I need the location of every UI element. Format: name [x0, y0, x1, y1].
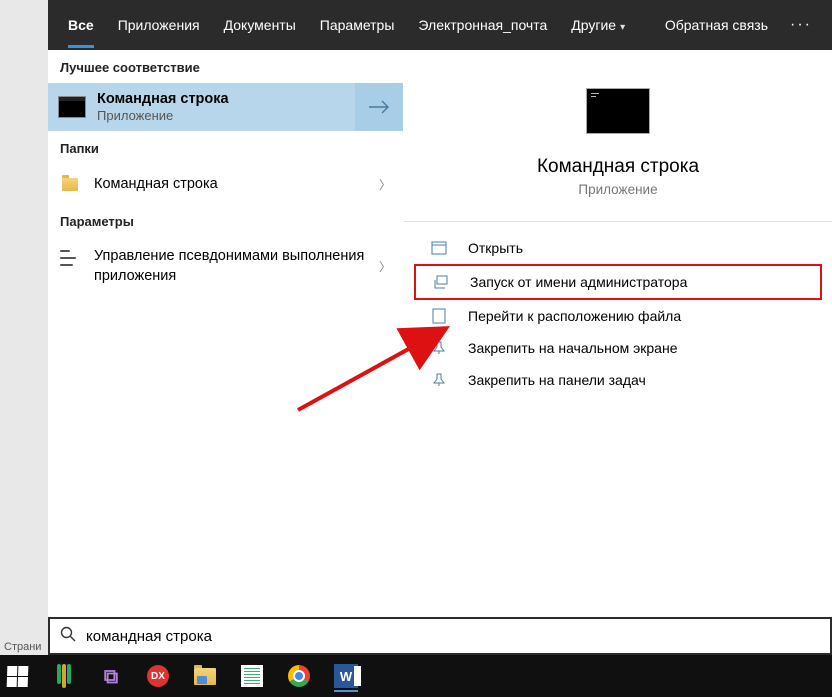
status-text: Страни	[0, 639, 45, 655]
search-icon	[50, 626, 86, 647]
section-folders: Папки	[48, 131, 403, 164]
pin-icon	[428, 340, 450, 356]
tab-documents[interactable]: Документы	[212, 3, 308, 47]
result-setting[interactable]: Управление псевдонимами выполнения прило…	[48, 237, 403, 296]
result-folder[interactable]: Командная строка 〉	[48, 164, 403, 204]
app-large-icon	[586, 88, 650, 134]
preview-subtitle: Приложение	[578, 182, 657, 197]
search-tabs: Все Приложения Документы Параметры Элект…	[48, 0, 832, 50]
chevron-right-icon: 〉	[379, 176, 391, 193]
feedback-link[interactable]: Обратная связь	[655, 3, 778, 47]
tab-other[interactable]: Другие▾	[559, 3, 637, 47]
taskbar-app-lol[interactable]	[51, 663, 77, 689]
result-subtitle: Приложение	[97, 108, 355, 123]
taskbar-app-explorer[interactable]	[192, 663, 218, 689]
taskbar: ⧉ DX W	[0, 655, 832, 697]
taskbar-app-chrome[interactable]	[286, 663, 312, 689]
taskbar-app-dx[interactable]: DX	[145, 663, 171, 689]
open-icon	[428, 240, 450, 256]
shield-icon	[430, 274, 452, 290]
action-open-file-location[interactable]: Перейти к расположению файла	[414, 300, 822, 332]
action-open[interactable]: Открыть	[414, 232, 822, 264]
results-pane: Лучшее соответствие Командная строка При…	[48, 50, 403, 617]
start-search-panel: Все Приложения Документы Параметры Элект…	[48, 0, 832, 655]
preview-title: Командная строка	[537, 156, 699, 178]
chevron-down-icon: ▾	[620, 22, 625, 33]
result-title: Командная строка	[97, 91, 355, 107]
folder-icon	[60, 174, 80, 194]
tab-settings[interactable]: Параметры	[308, 3, 407, 47]
expand-arrow-button[interactable]	[355, 83, 403, 131]
taskbar-app-word[interactable]: W	[333, 663, 359, 689]
taskbar-app-visualstudio[interactable]: ⧉	[98, 663, 124, 689]
preview-pane: Командная строка Приложение Открыть Запу…	[403, 50, 832, 617]
action-pin-taskbar[interactable]: Закрепить на панели задач	[414, 364, 822, 396]
pin-icon	[428, 372, 450, 388]
start-button[interactable]	[4, 663, 30, 689]
tab-apps[interactable]: Приложения	[106, 3, 212, 47]
folder-location-icon	[428, 308, 450, 324]
section-best-match: Лучшее соответствие	[48, 50, 403, 83]
action-run-as-admin[interactable]: Запуск от имени администратора	[414, 264, 822, 300]
result-best-match[interactable]: Командная строка Приложение	[48, 83, 403, 131]
app-icon	[58, 96, 86, 118]
action-pin-start[interactable]: Закрепить на начальном экране	[414, 332, 822, 364]
taskbar-app-notepadpp[interactable]	[239, 663, 265, 689]
more-options-button[interactable]: ···	[778, 6, 824, 44]
section-settings: Параметры	[48, 204, 403, 237]
search-input[interactable]	[86, 619, 830, 653]
tab-email[interactable]: Электронная_почта	[406, 3, 559, 47]
result-title: Управление псевдонимами выполнения прило…	[94, 247, 379, 286]
result-title: Командная строка	[94, 176, 379, 192]
settings-list-icon	[60, 250, 80, 266]
search-box	[48, 617, 832, 655]
tab-all[interactable]: Все	[56, 3, 106, 47]
chevron-right-icon: 〉	[379, 258, 391, 275]
